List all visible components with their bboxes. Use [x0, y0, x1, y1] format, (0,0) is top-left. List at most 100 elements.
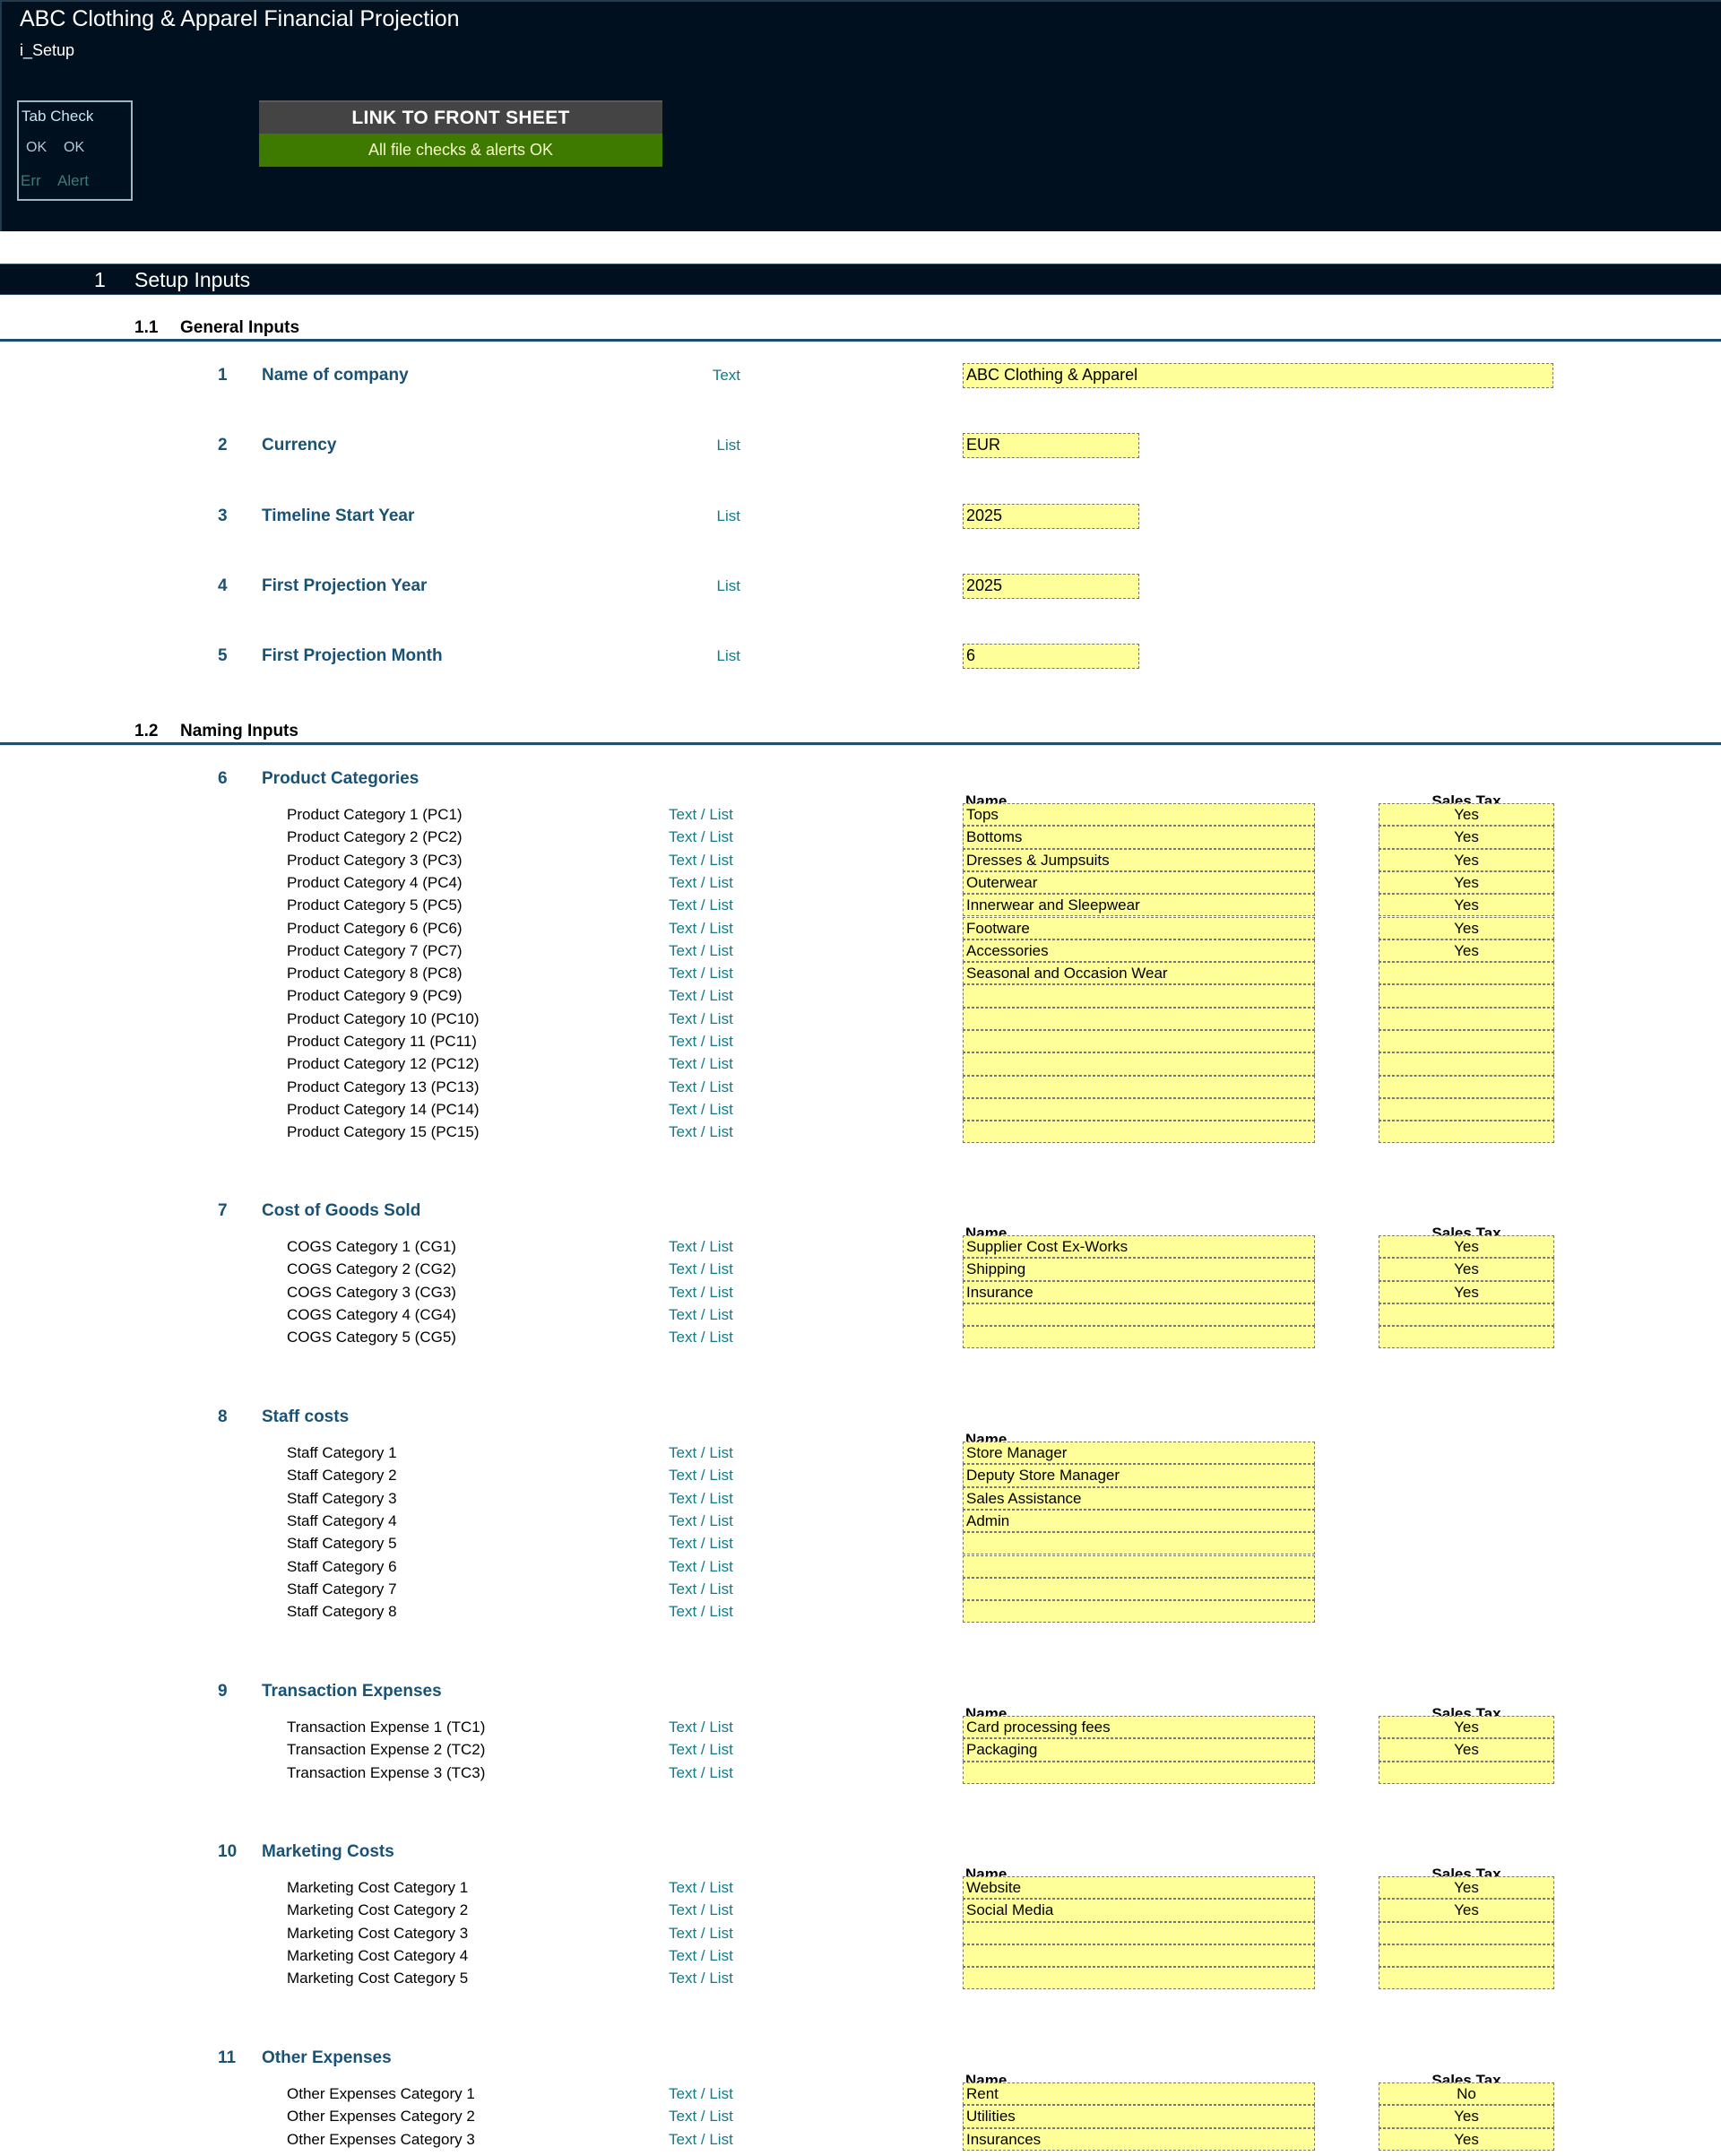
sales-tax-select-cell[interactable]: Yes [1379, 939, 1554, 963]
name-input-cell[interactable]: Website [963, 1876, 1315, 1900]
name-input-cell[interactable] [963, 1326, 1315, 1349]
sales-tax-select-cell[interactable] [1379, 1761, 1554, 1784]
sales-tax-select-cell[interactable]: Yes [1379, 1738, 1554, 1762]
name-input-cell[interactable] [963, 1007, 1315, 1030]
sales-tax-select-cell[interactable]: Yes [1379, 1258, 1554, 1281]
naming-row-type: Text / List [669, 1009, 733, 1027]
name-input-cell[interactable]: Shipping [963, 1258, 1315, 1281]
name-input-cell[interactable] [963, 1944, 1315, 1968]
name-input-cell[interactable]: Insurance [963, 1280, 1315, 1303]
sales-tax-select-cell[interactable] [1379, 1121, 1554, 1144]
sales-tax-select-cell[interactable] [1379, 1326, 1554, 1349]
subsection-title-naming: Naming Inputs [180, 722, 298, 740]
name-input-cell[interactable]: Sales Assistance [963, 1486, 1315, 1510]
sales-tax-select-cell[interactable]: Yes [1379, 870, 1554, 895]
naming-row-label: Other Expenses Category 2 [287, 2108, 475, 2126]
sales-tax-select-cell[interactable]: No [1379, 2082, 1554, 2106]
naming-row-label: Product Category 4 (PC4) [287, 873, 463, 891]
general-input-field[interactable]: 2025 [963, 574, 1139, 599]
sales-tax-select-cell[interactable] [1379, 1075, 1554, 1098]
naming-row-type: Text / List [669, 828, 733, 846]
name-input-cell[interactable]: Store Manager [963, 1442, 1315, 1465]
name-input-cell[interactable]: Innerwear and Sleepwear [963, 894, 1315, 917]
sales-tax-select-cell[interactable]: Yes [1379, 803, 1554, 827]
name-input-cell[interactable] [963, 1921, 1315, 1944]
tab-check-alert-label: Alert [57, 172, 89, 189]
naming-row-label: Marketing Cost Category 3 [287, 1924, 469, 1942]
name-input-cell[interactable]: Supplier Cost Ex-Works [963, 1235, 1315, 1259]
naming-row-label: Staff Category 5 [287, 1535, 397, 1553]
name-input-cell[interactable]: Insurances [963, 2127, 1315, 2151]
general-input-field[interactable]: 2025 [963, 504, 1139, 529]
name-input-cell[interactable]: Dresses & Jumpsuits [963, 848, 1315, 871]
name-input-cell[interactable] [963, 1121, 1315, 1144]
name-input-cell[interactable] [963, 1052, 1315, 1076]
name-input-cell[interactable]: Seasonal and Occasion Wear [963, 962, 1315, 985]
name-input-cell[interactable]: Social Media [963, 1899, 1315, 1922]
name-input-cell[interactable]: Footware [963, 916, 1315, 939]
name-input-cell[interactable] [963, 1761, 1315, 1784]
sales-tax-select-cell[interactable]: Yes [1379, 1876, 1554, 1900]
sales-tax-select-cell[interactable] [1379, 1052, 1554, 1076]
sales-tax-select-cell[interactable] [1379, 1944, 1554, 1968]
sales-tax-select-cell[interactable]: Yes [1379, 916, 1554, 939]
general-input-field[interactable]: EUR [963, 433, 1139, 458]
naming-row-type: Text / List [669, 1580, 733, 1598]
sales-tax-select-cell[interactable]: Yes [1379, 1716, 1554, 1739]
sales-tax-select-cell[interactable]: Yes [1379, 1280, 1554, 1303]
naming-row-type: Text / List [669, 1924, 733, 1942]
subsection-divider [0, 742, 1721, 745]
sales-tax-select-cell[interactable] [1379, 1921, 1554, 1944]
general-input-field[interactable]: ABC Clothing & Apparel [963, 363, 1553, 388]
name-input-cell[interactable]: Utilities [963, 2105, 1315, 2128]
naming-row-label: Product Category 1 (PC1) [287, 806, 463, 823]
name-input-cell[interactable] [963, 1030, 1315, 1053]
sales-tax-select-cell[interactable]: Yes [1379, 848, 1554, 871]
sales-tax-select-cell[interactable] [1379, 1097, 1554, 1121]
name-input-cell[interactable]: Packaging [963, 1738, 1315, 1762]
name-input-cell[interactable] [963, 1097, 1315, 1121]
name-input-cell[interactable] [963, 1600, 1315, 1623]
name-input-cell[interactable] [963, 1554, 1315, 1578]
naming-row-type: Text / List [669, 1100, 733, 1118]
sales-tax-select-cell[interactable] [1379, 1007, 1554, 1030]
name-input-cell[interactable] [963, 1303, 1315, 1327]
link-to-front-sheet-button[interactable]: LINK TO FRONT SHEET [259, 100, 662, 134]
general-input-type: Text [712, 367, 740, 384]
sales-tax-select-cell[interactable]: Yes [1379, 1899, 1554, 1922]
naming-group-number: 11 [218, 2048, 237, 2067]
naming-group-title: Staff costs [262, 1407, 350, 1426]
naming-group-number: 9 [218, 1682, 228, 1701]
sales-tax-select-cell[interactable] [1379, 962, 1554, 985]
sales-tax-select-cell[interactable] [1379, 1303, 1554, 1327]
naming-row-type: Text / List [669, 1719, 733, 1736]
name-input-cell[interactable]: Admin [963, 1509, 1315, 1533]
name-input-cell[interactable]: Accessories [963, 939, 1315, 963]
sales-tax-select-cell[interactable] [1379, 984, 1554, 1008]
name-input-cell[interactable]: Bottoms [963, 826, 1315, 849]
name-input-cell[interactable]: Deputy Store Manager [963, 1464, 1315, 1487]
sales-tax-select-cell[interactable]: Yes [1379, 2127, 1554, 2151]
sales-tax-select-cell[interactable]: Yes [1379, 894, 1554, 917]
sales-tax-select-cell[interactable]: Yes [1379, 826, 1554, 849]
name-input-cell[interactable] [963, 1577, 1315, 1601]
general-input-number: 5 [218, 646, 228, 665]
sales-tax-select-cell[interactable]: Yes [1379, 2105, 1554, 2128]
sales-tax-select-cell[interactable] [1379, 1967, 1554, 1990]
naming-row-type: Text / List [669, 1901, 733, 1919]
naming-row-label: Product Category 7 (PC7) [287, 941, 463, 959]
name-input-cell[interactable]: Card processing fees [963, 1716, 1315, 1739]
sales-tax-select-cell[interactable]: Yes [1379, 1235, 1554, 1259]
general-input-field[interactable]: 6 [963, 644, 1139, 669]
name-input-cell[interactable]: Rent [963, 2082, 1315, 2106]
name-input-cell[interactable] [963, 1532, 1315, 1555]
name-input-cell[interactable]: Outerwear [963, 870, 1315, 895]
naming-row-label: Product Category 3 (PC3) [287, 851, 463, 869]
sales-tax-select-cell[interactable] [1379, 1030, 1554, 1053]
name-input-cell[interactable] [963, 984, 1315, 1008]
naming-row-label: Staff Category 8 [287, 1603, 397, 1621]
name-input-cell[interactable] [963, 1075, 1315, 1098]
name-input-cell[interactable]: Tops [963, 803, 1315, 827]
naming-row-type: Text / List [669, 965, 733, 983]
name-input-cell[interactable] [963, 1967, 1315, 1990]
